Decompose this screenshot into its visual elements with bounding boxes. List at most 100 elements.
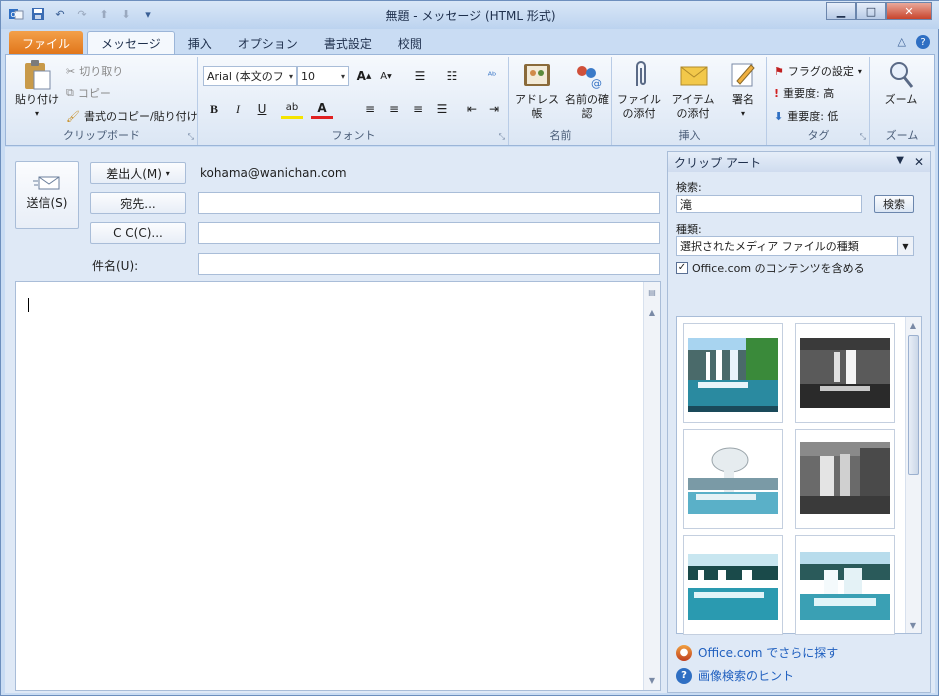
clipart-search-button[interactable]: 検索 [874,195,914,213]
maximize-button[interactable]: □ [856,2,886,20]
highlight-icon[interactable]: ab [281,99,303,119]
tags-group-label: タグ [807,129,830,142]
format-painter-button[interactable]: 🖌 書式のコピー/貼り付け [66,108,198,124]
from-button-label: 差出人(M) [106,166,162,181]
clipart-title: クリップ アート [674,155,762,170]
high-importance-button[interactable]: ! 重要度: 高 [774,85,834,101]
check-names-icon: @ [571,59,603,91]
cc-button[interactable]: C C(C)... [90,222,186,244]
clear-formatting-icon[interactable]: ᴬᵇ [481,66,503,86]
minimize-button[interactable]: ▁ [826,2,856,20]
tab-insert[interactable]: 挿入 [175,31,225,55]
scroll-up-icon[interactable]: ▲ [646,306,658,318]
font-color-icon[interactable]: A [311,99,333,119]
checkbox-icon: ✓ [676,262,688,274]
check-names-button[interactable]: @ 名前の確認 [564,59,610,121]
align-center-icon[interactable]: ≡ [383,99,405,119]
include-office-checkbox[interactable]: ✓ Office.com のコンテンツを含める [676,260,865,276]
increase-indent-icon[interactable]: ⇥ [483,99,505,119]
font-size-value: 10 [301,69,315,83]
to-button-label: 宛先... [120,196,156,211]
tab-options[interactable]: オプション [225,31,311,55]
send-button[interactable]: 送信(S) [15,161,79,229]
cut-button[interactable]: ✂ 切り取り [66,63,123,79]
attach-item-button[interactable]: アイテムの添付 [667,59,721,121]
clipart-pane: クリップ アート ▼ ✕ 検索: 滝 検索 種類: 選択されたメディア ファイル… [667,151,931,693]
collapse-ribbon-icon[interactable]: △ [898,35,906,49]
group-clipboard: 貼り付け ▾ ✂ 切り取り ⧉ コピー 🖌 書式のコピー/貼り付け クリップボー… [6,57,198,145]
pane-options-icon[interactable]: ▼ [896,155,904,169]
font-dialog-launcher-icon[interactable]: ⤡ [499,132,505,142]
title-bar: O ↶ ↷ ⬆ ⬇ ▾ 無題 - メッセージ (HTML 形式) ▁ □ ✕ [1,1,939,29]
clipart-result-2[interactable] [795,323,895,423]
clipart-result-1[interactable] [683,323,783,423]
bold-icon[interactable]: B [203,99,225,119]
media-type-select[interactable]: 選択されたメディア ファイルの種類 ▼ [676,236,914,256]
close-button[interactable]: ✕ [886,2,932,20]
clipart-result-6[interactable] [795,535,895,635]
attach-file-button[interactable]: ファイルの添付 [615,59,667,121]
address-book-button[interactable]: アドレス帳 [512,59,562,121]
grow-font-icon[interactable]: A ▲ [353,66,375,86]
waterfall-image [688,338,778,412]
scroll-down-icon[interactable]: ▼ [646,674,658,686]
tab-format-text[interactable]: 書式設定 [311,31,385,55]
low-importance-button[interactable]: ⬇ 重要度: 低 [774,108,838,124]
font-name-combo[interactable]: Arial (本文のフ ▾ [203,66,297,86]
to-field[interactable] [198,192,660,214]
tab-file[interactable]: ファイル [9,31,84,55]
clipart-results: ▲ ▼ [676,316,922,635]
clipart-search-input[interactable]: 滝 [676,195,862,213]
group-font: Arial (本文のフ ▾ 10 ▾ A ▲ A ▼ ☰ ☷ ᴬᵇ B I U ab A… [199,57,509,145]
magnifier-icon [885,59,917,91]
flag-icon: ⚑ [774,64,784,78]
follow-up-button[interactable]: ⚑ フラグの設定 ▾ [774,63,862,79]
dialog-launcher-icon[interactable]: ⤡ [188,132,194,142]
tab-message[interactable]: メッセージ [87,31,175,55]
justify-icon[interactable]: ☰ [431,99,453,119]
numbering-icon[interactable]: ☷ [441,66,463,86]
clipart-result-4[interactable] [795,429,895,529]
to-button[interactable]: 宛先... [90,192,186,214]
results-scrollbar[interactable]: ▲ ▼ [905,317,921,633]
format-painter-icon: 🖌 [66,109,80,123]
signature-button[interactable]: 署名 ▾ [723,59,763,121]
scissors-icon: ✂ [66,64,76,78]
high-importance-label: 重要度: 高 [783,87,835,100]
search-hints-link[interactable]: ? 画像検索のヒント [676,667,794,684]
include-office-label: Office.com のコンテンツを含める [692,262,865,275]
waterfall-image [688,434,778,524]
underline-icon[interactable]: U [251,99,273,119]
results-scroll-up-icon[interactable]: ▲ [907,319,919,331]
font-size-combo[interactable]: 10 ▾ [297,66,349,86]
clipart-result-5[interactable] [683,535,783,635]
pane-close-icon[interactable]: ✕ [914,155,924,169]
shrink-font-icon[interactable]: A ▼ [375,66,397,86]
include-group-label: 挿入 [678,129,701,142]
decrease-indent-icon[interactable]: ⇤ [461,99,483,119]
from-button[interactable]: 差出人(M) ▾ [90,162,186,184]
clipart-result-3[interactable] [683,429,783,529]
bullets-icon[interactable]: ☰ [409,66,431,86]
align-right-icon[interactable]: ≡ [407,99,429,119]
waterfall-image [688,554,778,620]
italic-icon[interactable]: I [227,99,249,119]
copy-button[interactable]: ⧉ コピー [66,85,111,101]
results-scroll-thumb[interactable] [908,335,919,475]
font-group-label: フォント [331,129,376,142]
message-body[interactable]: ▤ ▲ ▼ [15,281,661,691]
results-scroll-down-icon[interactable]: ▼ [907,619,919,631]
envelope-icon [678,59,710,91]
group-tags: ⚑ フラグの設定 ▾ ! 重要度: 高 ⬇ 重要度: 低 タグ ⤡ [768,57,870,145]
body-scrollbar[interactable]: ▤ ▲ ▼ [643,282,660,690]
more-on-office-link[interactable]: ● Office.com でさらに探す [676,644,838,661]
align-left-icon[interactable]: ≡ [359,99,381,119]
help-icon[interactable]: ? [916,35,930,49]
ruler-toggle-icon[interactable]: ▤ [646,286,658,298]
tab-review[interactable]: 校閲 [385,31,435,55]
paste-button[interactable]: 貼り付け ▾ [10,59,64,121]
tags-dialog-launcher-icon[interactable]: ⤡ [860,132,866,142]
cc-field[interactable] [198,222,660,244]
zoom-button[interactable]: ズーム [877,59,925,107]
subject-field[interactable] [198,253,660,275]
